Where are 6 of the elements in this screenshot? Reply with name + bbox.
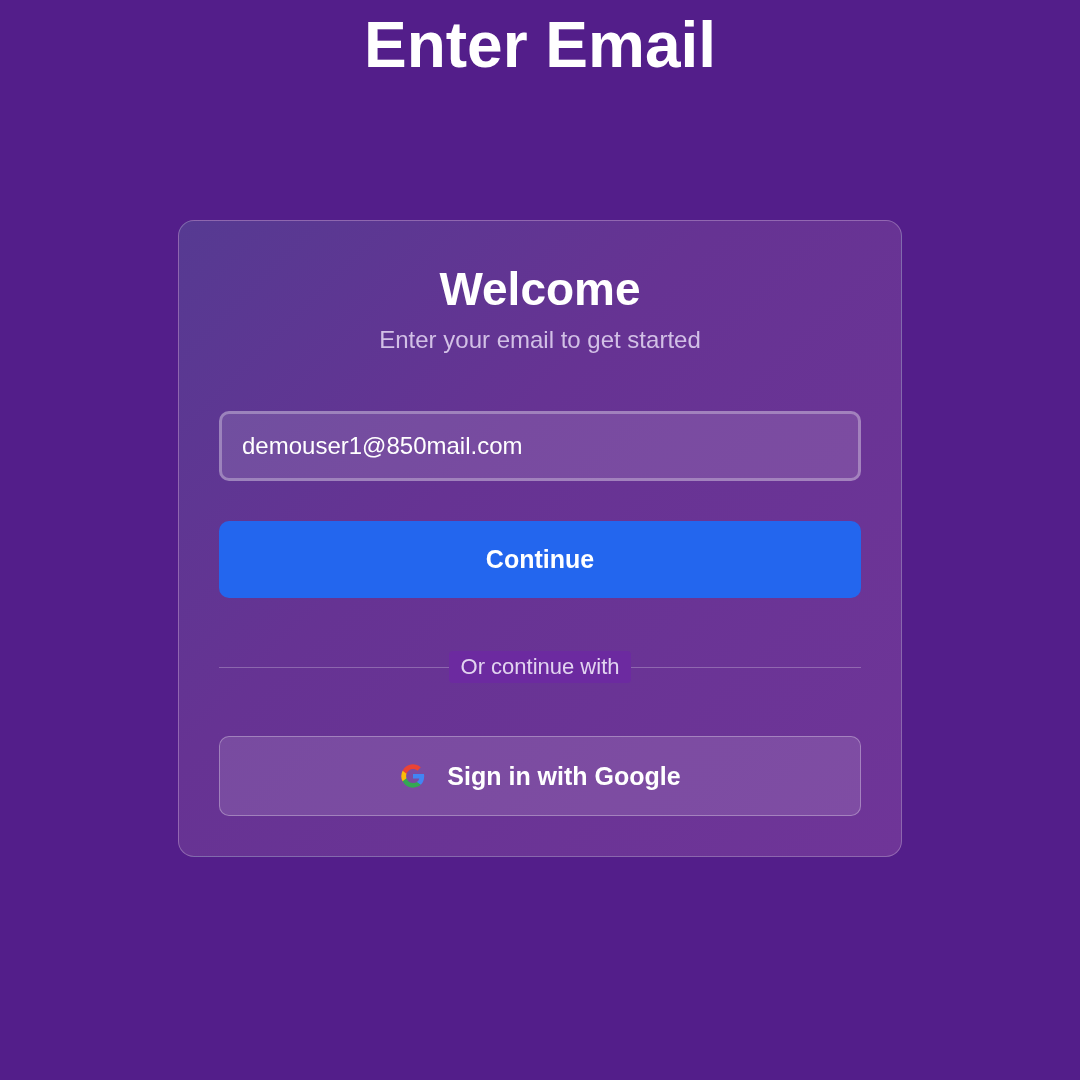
- card-title: Welcome: [438, 262, 642, 317]
- google-sign-in-button[interactable]: Sign in with Google: [219, 736, 861, 816]
- divider-label: Or continue with: [448, 651, 632, 683]
- page-title: Enter Email: [363, 8, 717, 83]
- continue-button[interactable]: Continue: [219, 521, 861, 598]
- card-subtitle: Enter your email to get started: [378, 325, 702, 355]
